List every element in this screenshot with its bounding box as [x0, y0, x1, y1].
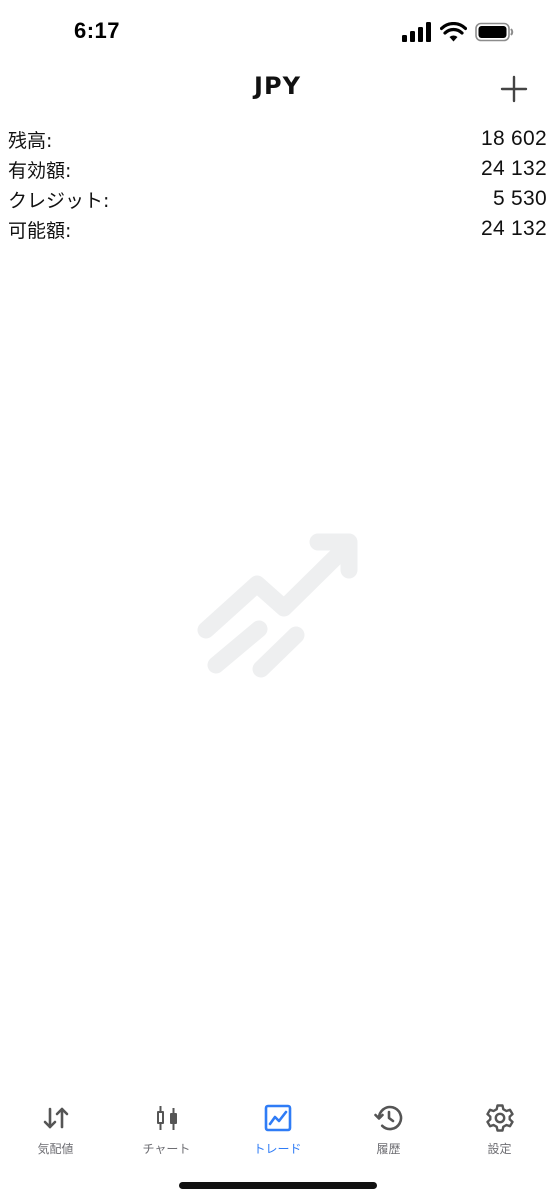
battery-icon [475, 22, 514, 42]
free-margin-row: 可能額: 24 132 [8, 214, 547, 244]
account-summary: 残高: 18 602 有効額: 24 132 クレジット: 5 530 可能額:… [8, 124, 547, 244]
credit-value: 5 530 [492, 187, 547, 210]
settings-gear-icon [485, 1104, 514, 1132]
tab-settings[interactable]: 設定 [444, 1088, 555, 1168]
equity-row: 有効額: 24 132 [8, 154, 547, 184]
tab-trade[interactable]: トレード [222, 1088, 333, 1168]
chart-candles-icon [156, 1106, 177, 1130]
tab-history-label: 履歴 [376, 1142, 401, 1156]
equity-value: 24 132 [480, 157, 547, 180]
trade-trend-icon [197, 533, 358, 678]
add-button[interactable] [499, 74, 529, 104]
status-icons [402, 22, 515, 42]
history-icon [373, 1105, 402, 1131]
page-title: JPY [254, 72, 301, 100]
tab-bar: 気配値 チャート トレード 履歴 設定 [0, 1088, 555, 1168]
credit-row: クレジット: 5 530 [8, 184, 547, 214]
tab-quotes-label: 気配値 [37, 1142, 74, 1156]
plus-icon [500, 75, 528, 103]
trade-screen: 6:17 JPY 残高: 18 602 有効額: 24 132 クレジット: 5… [0, 0, 555, 1200]
home-indicator [179, 1182, 377, 1189]
tab-quotes[interactable]: 気配値 [0, 1088, 111, 1168]
tab-history[interactable]: 履歴 [333, 1088, 444, 1168]
wifi-icon [440, 22, 467, 42]
equity-label: 有効額: [8, 159, 72, 182]
quotes-arrows-icon [43, 1107, 68, 1129]
cellular-signal-icon [402, 22, 431, 42]
trade-chart-icon [264, 1104, 291, 1132]
tab-chart[interactable]: チャート [111, 1088, 222, 1168]
credit-label: クレジット: [8, 189, 110, 212]
nav-header: JPY [0, 66, 555, 114]
balance-row: 残高: 18 602 [8, 124, 547, 154]
balance-value: 18 602 [480, 127, 547, 150]
tab-settings-label: 設定 [487, 1142, 512, 1156]
status-bar: 6:17 [0, 0, 555, 66]
tab-chart-label: チャート [142, 1142, 191, 1156]
tab-trade-label: トレード [253, 1142, 302, 1156]
free-margin-label: 可能額: [8, 219, 72, 242]
free-margin-value: 24 132 [480, 217, 547, 240]
status-time: 6:17 [74, 18, 121, 43]
balance-label: 残高: [8, 129, 53, 152]
